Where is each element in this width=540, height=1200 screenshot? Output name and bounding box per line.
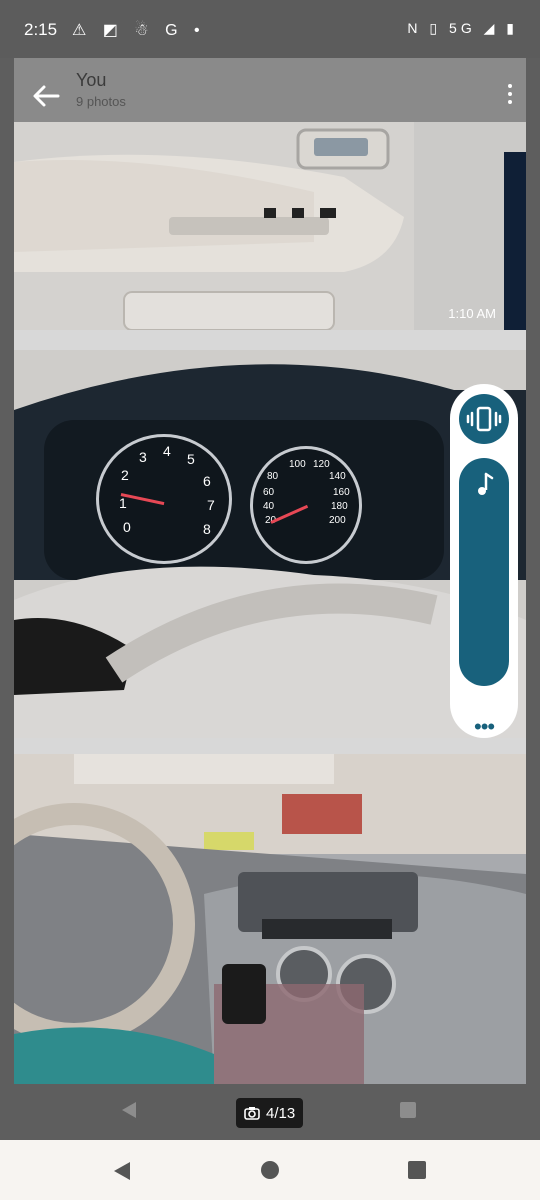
system-navigation-bar bbox=[0, 1140, 540, 1200]
system-recents-button[interactable] bbox=[408, 1161, 426, 1179]
speedometer: 100 120 140 160 180 200 80 60 40 20 bbox=[250, 446, 362, 564]
more-options-dots[interactable]: ••• bbox=[474, 714, 495, 740]
tach-number: 7 bbox=[207, 497, 215, 513]
tach-number: 1 bbox=[119, 495, 127, 511]
status-time: 2:15 bbox=[24, 20, 58, 39]
speed-number: 60 bbox=[263, 487, 275, 498]
more-options-button[interactable] bbox=[506, 84, 514, 108]
speed-number: 120 bbox=[313, 459, 330, 470]
battery-icon: ▮ bbox=[506, 20, 518, 36]
photo-interior[interactable] bbox=[14, 754, 526, 1084]
media-panel: ••• bbox=[450, 384, 518, 740]
top-bar: You 9 photos bbox=[14, 58, 526, 122]
speed-number: 180 bbox=[331, 501, 348, 512]
door-panel-image bbox=[14, 122, 526, 330]
photo-counter-text: 4/13 bbox=[266, 1104, 296, 1122]
tach-number: 3 bbox=[139, 449, 147, 465]
speed-number: 200 bbox=[329, 515, 346, 526]
tach-number: 2 bbox=[121, 467, 129, 483]
tach-number: 6 bbox=[203, 473, 211, 489]
notification-icons: ⚠ ◩ ☃ G • bbox=[72, 22, 206, 39]
tachometer: 1 2 3 4 5 6 7 8 0 bbox=[96, 434, 232, 564]
kebab-icon bbox=[508, 84, 512, 88]
signal-icon: ◢ bbox=[483, 20, 499, 36]
tach-number: 5 bbox=[187, 451, 195, 467]
speed-number: 100 bbox=[289, 459, 306, 470]
speed-number: 40 bbox=[263, 501, 275, 512]
photo-door-panel[interactable]: 1:10 AM bbox=[14, 122, 526, 330]
system-home-button[interactable] bbox=[261, 1161, 279, 1179]
tach-number: 4 bbox=[163, 443, 171, 459]
conversation-title: You bbox=[76, 70, 107, 90]
back-button[interactable] bbox=[26, 76, 66, 116]
speed-number: 160 bbox=[333, 487, 350, 498]
status-bar: 2:15 ⚠ ◩ ☃ G • N ▯ 5G ◢ ▮ bbox=[0, 0, 540, 58]
photo-timestamp: 1:10 AM bbox=[448, 306, 496, 321]
viewer-navigation: 4/13 bbox=[14, 1084, 526, 1140]
arrow-left-icon bbox=[33, 85, 60, 107]
volume-slider[interactable] bbox=[459, 458, 509, 686]
vibrate-toggle-button[interactable] bbox=[459, 394, 509, 444]
photo-counter[interactable]: 4/13 bbox=[236, 1098, 304, 1128]
nfc-icon: N bbox=[407, 20, 422, 36]
status-icons: N ▯ 5G ◢ ▮ bbox=[407, 20, 518, 37]
speed-number: 80 bbox=[267, 471, 279, 482]
vibrate-status-icon: ▯ bbox=[429, 20, 442, 36]
vibrate-icon bbox=[466, 406, 502, 432]
tach-number: 0 bbox=[123, 519, 131, 535]
system-back-button[interactable] bbox=[114, 1162, 130, 1180]
speed-number: 140 bbox=[329, 471, 346, 482]
music-note-icon bbox=[478, 472, 494, 495]
overview-button[interactable] bbox=[400, 1102, 416, 1118]
camera-icon bbox=[244, 1107, 260, 1120]
tach-needle bbox=[120, 493, 165, 506]
previous-photo-button[interactable] bbox=[122, 1102, 136, 1118]
interior-image bbox=[14, 754, 526, 1084]
tach-number: 8 bbox=[203, 521, 211, 537]
photo-count: 9 photos bbox=[76, 94, 126, 109]
network-label: 5G bbox=[449, 20, 476, 36]
